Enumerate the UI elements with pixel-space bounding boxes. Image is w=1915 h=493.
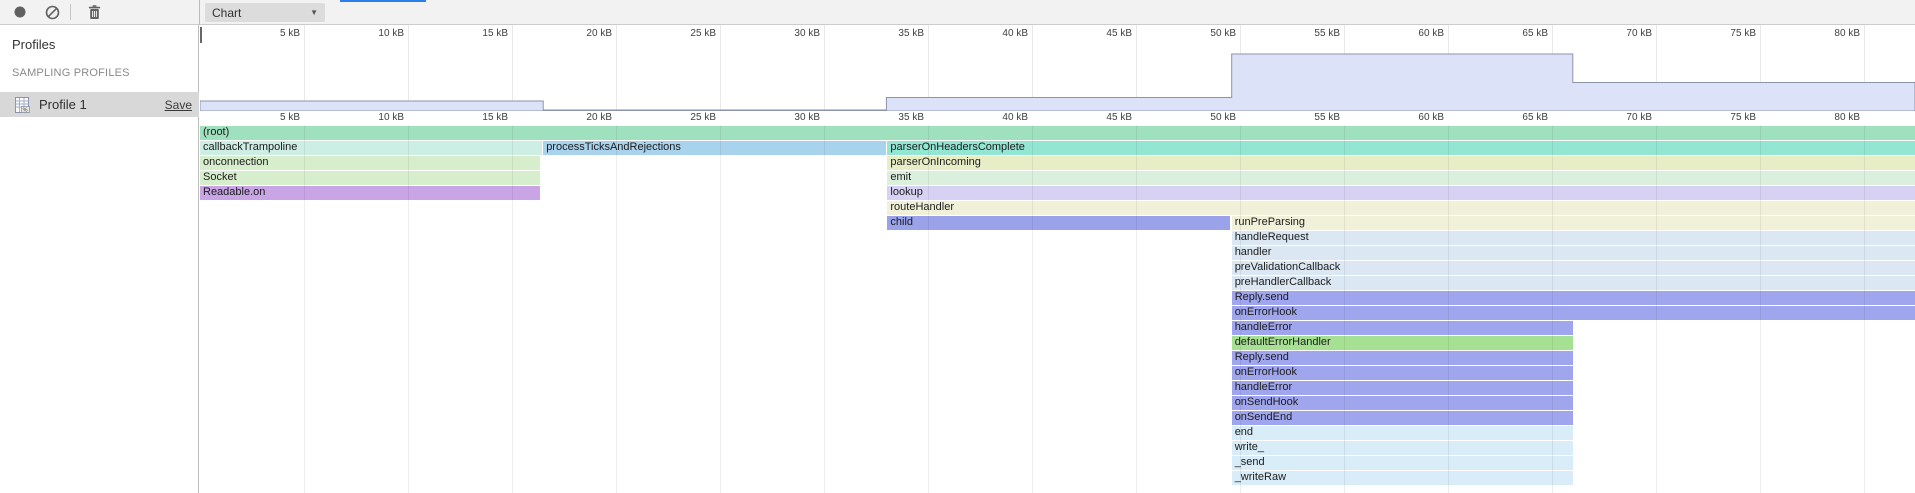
axis-tick-label: 5 kB [280, 112, 300, 123]
axis-tick-label: 75 kB [1730, 112, 1756, 123]
axis-tick-label: 25 kB [690, 112, 716, 123]
view-mode-select[interactable]: Chart ▼ [205, 3, 325, 22]
axis-tick-label: 30 kB [794, 112, 820, 123]
flame-bar-child[interactable]: child [887, 216, 1229, 230]
profile-document-icon: % [14, 97, 30, 113]
flame-gridline [1656, 125, 1657, 493]
flame-gridline [616, 125, 617, 493]
flame-gridline [1552, 125, 1553, 493]
flame-bar-processticksandrejections[interactable]: processTicksAndRejections [543, 141, 886, 155]
flame-bar-defaulterrorhandler[interactable]: defaultErrorHandler [1232, 336, 1573, 350]
active-tab-underline [340, 0, 426, 2]
flame-gridline [928, 125, 929, 493]
flame-gridline [1344, 125, 1345, 493]
flame-gridline [304, 125, 305, 493]
chevron-down-icon: ▼ [310, 8, 325, 17]
allocation-overview-pane[interactable]: 5 kB10 kB15 kB20 kB25 kB30 kB35 kB40 kB4… [200, 25, 1915, 111]
profiles-sidebar: Profiles SAMPLING PROFILES % Profile 1 S… [0, 25, 199, 493]
flame-bar--root-[interactable]: (root) [200, 126, 1915, 140]
flame-gridline [720, 125, 721, 493]
sidebar-title: Profiles [12, 37, 55, 52]
flame-gridline [1032, 125, 1033, 493]
profile-name: Profile 1 [39, 97, 165, 112]
delete-profile-button[interactable] [80, 0, 108, 24]
flame-bar-reply-send[interactable]: Reply.send [1232, 351, 1573, 365]
flame-bar-runpreparsing[interactable]: runPreParsing [1232, 216, 1915, 230]
flame-bar-handleerror[interactable]: handleError [1232, 381, 1573, 395]
flame-bar-reply-send[interactable]: Reply.send [1232, 291, 1915, 305]
devtools-memory-panel: Chart ▼ Profiles SAMPLING PROFILES % Pro… [0, 0, 1915, 493]
record-icon [13, 5, 27, 19]
axis-tick-label: 50 kB [1210, 112, 1236, 123]
flame-gridline [408, 125, 409, 493]
flame-bar-onsendhook[interactable]: onSendHook [1232, 396, 1573, 410]
flame-chart-pane[interactable]: (root)callbackTrampolineprocessTicksAndR… [200, 125, 1915, 493]
record-button[interactable] [6, 0, 34, 24]
flame-bar-write-[interactable]: write_ [1232, 441, 1573, 455]
flame-bar--writeraw[interactable]: _writeRaw [1232, 471, 1573, 485]
clear-icon [45, 5, 60, 20]
axis-tick-label: 45 kB [1106, 112, 1132, 123]
axis-tick-label: 80 kB [1834, 112, 1860, 123]
flame-bar-callbacktrampoline[interactable]: callbackTrampoline [200, 141, 542, 155]
axis-tick-label: 20 kB [586, 112, 612, 123]
flame-gridline [1240, 125, 1241, 493]
overview-silhouette [200, 25, 1915, 111]
axis-tick-label: 65 kB [1522, 112, 1548, 123]
axis-tick-label: 15 kB [482, 112, 508, 123]
flame-bar-readable-on[interactable]: Readable.on [200, 186, 540, 200]
flame-gridline [824, 125, 825, 493]
flame-bar-end[interactable]: end [1232, 426, 1573, 440]
axis-tick-label: 40 kB [1002, 112, 1028, 123]
flame-bar-handler[interactable]: handler [1232, 246, 1915, 260]
toolbar-separator [70, 4, 71, 20]
flame-gridline [512, 125, 513, 493]
save-profile-link[interactable]: Save [165, 98, 192, 112]
flame-gridline [1864, 125, 1865, 493]
flame-bar-handleerror[interactable]: handleError [1232, 321, 1573, 335]
clear-all-button[interactable] [38, 0, 66, 24]
sampling-profiles-header: SAMPLING PROFILES [12, 67, 130, 79]
flame-gridline [1136, 125, 1137, 493]
axis-tick-label: 70 kB [1626, 112, 1652, 123]
flame-bar--send[interactable]: _send [1232, 456, 1573, 470]
flame-chart-ruler: 5 kB 10 kB 15 kB 20 kB 25 kB 30 kB 35 kB 40 kB 4… [200, 111, 1915, 125]
flame-bar-socket[interactable]: Socket [200, 171, 540, 185]
flame-gridline [1448, 125, 1449, 493]
toolbar: Chart ▼ [0, 0, 1915, 25]
flame-bar-onconnection[interactable]: onconnection [200, 156, 540, 170]
flame-gridline [1760, 125, 1761, 493]
flame-bar-onsendend[interactable]: onSendEnd [1232, 411, 1573, 425]
flame-bar-onerrorhook[interactable]: onErrorHook [1232, 366, 1573, 380]
axis-tick-label: 60 kB [1418, 112, 1444, 123]
axis-tick-label: 55 kB [1314, 112, 1340, 123]
flame-bar-onerrorhook[interactable]: onErrorHook [1232, 306, 1915, 320]
sidebar-item-profile-1[interactable]: % Profile 1 Save [0, 92, 199, 117]
toolbar-separator [199, 0, 200, 25]
view-mode-value: Chart [205, 6, 310, 20]
flame-bar-prevalidationcallback[interactable]: preValidationCallback [1232, 261, 1915, 275]
flame-bar-handlerequest[interactable]: handleRequest [1232, 231, 1915, 245]
flame-bar-prehandlercallback[interactable]: preHandlerCallback [1232, 276, 1915, 290]
svg-text:%: % [23, 107, 28, 112]
axis-tick-label: 10 kB [378, 112, 404, 123]
chart-area: 5 kB 10 kB 15 kB 20 kB 25 kB 30 kB 35 kB 40 kB 4… [200, 25, 1915, 493]
trash-icon [88, 5, 101, 20]
axis-tick-label: 35 kB [898, 112, 924, 123]
